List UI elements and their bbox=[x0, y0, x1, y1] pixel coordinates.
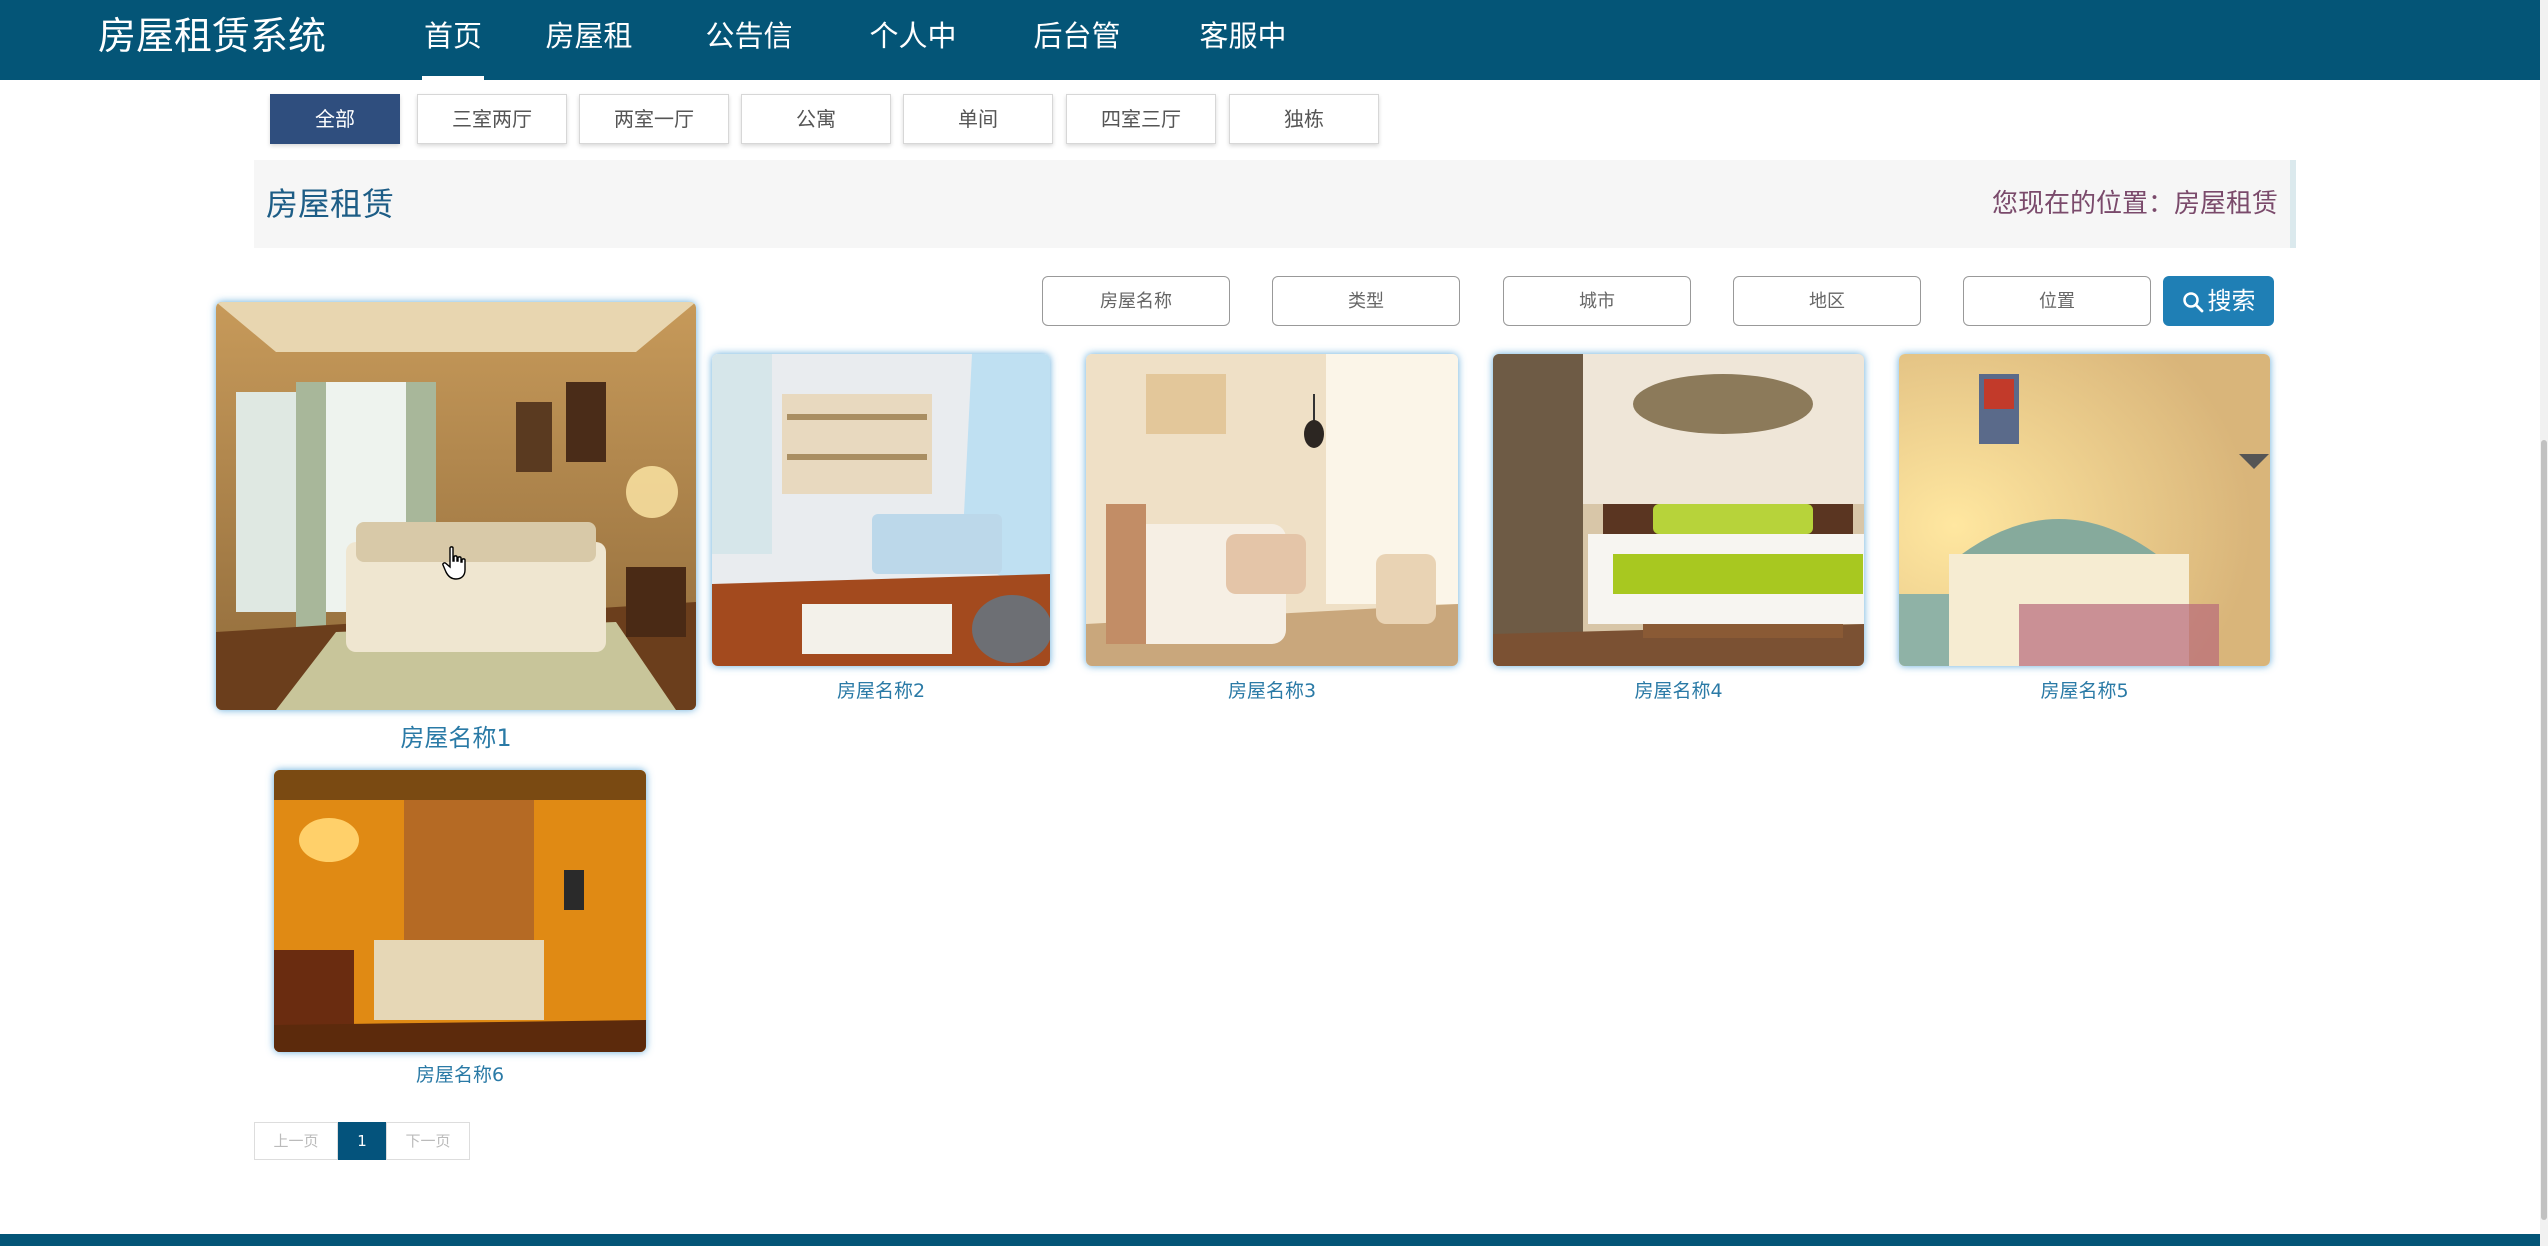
house-name-6[interactable]: 房屋名称6 bbox=[274, 1060, 646, 1087]
search-icon bbox=[2182, 292, 2203, 313]
house-name-1[interactable]: 房屋名称1 bbox=[216, 718, 696, 753]
category-villa[interactable]: 独栋 bbox=[1229, 94, 1379, 144]
house-photo-3[interactable] bbox=[1086, 354, 1458, 666]
footer-bar bbox=[0, 1234, 2540, 1246]
category-apartment[interactable]: 公寓 bbox=[741, 94, 891, 144]
house-name-5[interactable]: 房屋名称5 bbox=[1899, 676, 2270, 703]
breadcrumb: 您现在的位置：房屋租赁 bbox=[1992, 160, 2278, 248]
search-location-input[interactable] bbox=[1963, 276, 2151, 326]
pagination-page-1[interactable]: 1 bbox=[338, 1122, 386, 1160]
house-photo-4[interactable] bbox=[1493, 354, 1864, 666]
breadcrumb-label: 您现在的位置： bbox=[1991, 189, 2174, 219]
search-city-input[interactable] bbox=[1503, 276, 1691, 326]
nav-customer-service[interactable]: 客服中心 bbox=[1186, 0, 1300, 125]
nav-personal-center[interactable]: 个人中心 bbox=[856, 0, 970, 125]
category-four-bed[interactable]: 四室三厅 bbox=[1066, 94, 1216, 144]
category-single-room[interactable]: 单间 bbox=[903, 94, 1053, 144]
search-button-label: 搜索 bbox=[2207, 287, 2256, 315]
pagination-next[interactable]: 下一页 bbox=[386, 1122, 470, 1160]
search-district-input[interactable] bbox=[1733, 276, 1921, 326]
page-title: 房屋租赁 bbox=[266, 185, 395, 223]
pagination-prev[interactable]: 上一页 bbox=[254, 1122, 338, 1160]
nav-announcements[interactable]: 公告信息 bbox=[692, 0, 806, 125]
section-header: 房屋租赁 您现在的位置：房屋租赁 bbox=[254, 160, 2296, 248]
house-photo-2[interactable] bbox=[712, 354, 1050, 666]
house-photo-6[interactable] bbox=[274, 770, 646, 1052]
house-name-2[interactable]: 房屋名称2 bbox=[712, 676, 1050, 703]
top-navbar: 房屋租赁系统 首页 房屋租赁 公告信息 个人中心 后台管理 客服中心 bbox=[0, 0, 2540, 125]
house-photo-1[interactable] bbox=[216, 302, 696, 710]
search-type-input[interactable] bbox=[1272, 276, 1460, 326]
nav-home[interactable]: 首页 bbox=[422, 0, 484, 80]
house-name-3[interactable]: 房屋名称3 bbox=[1086, 676, 1458, 703]
nav-house-rental[interactable]: 房屋租赁 bbox=[532, 0, 646, 125]
category-three-bed[interactable]: 三室两厅 bbox=[417, 94, 567, 144]
category-all[interactable]: 全部 bbox=[270, 94, 400, 144]
house-name-4[interactable]: 房屋名称4 bbox=[1493, 676, 1864, 703]
search-house-name-input[interactable] bbox=[1042, 276, 1230, 326]
category-two-bed[interactable]: 两室一厅 bbox=[579, 94, 729, 144]
search-button[interactable]: 搜索 bbox=[2163, 276, 2274, 326]
nav-admin[interactable]: 后台管理 bbox=[1020, 0, 1134, 125]
breadcrumb-current[interactable]: 房屋租赁 bbox=[2174, 189, 2278, 219]
house-photo-5[interactable] bbox=[1899, 354, 2270, 666]
page-scrollbar-thumb[interactable] bbox=[2541, 440, 2547, 1220]
site-brand[interactable]: 房屋租赁系统 bbox=[98, 10, 326, 62]
hand-cursor-icon bbox=[442, 546, 466, 580]
